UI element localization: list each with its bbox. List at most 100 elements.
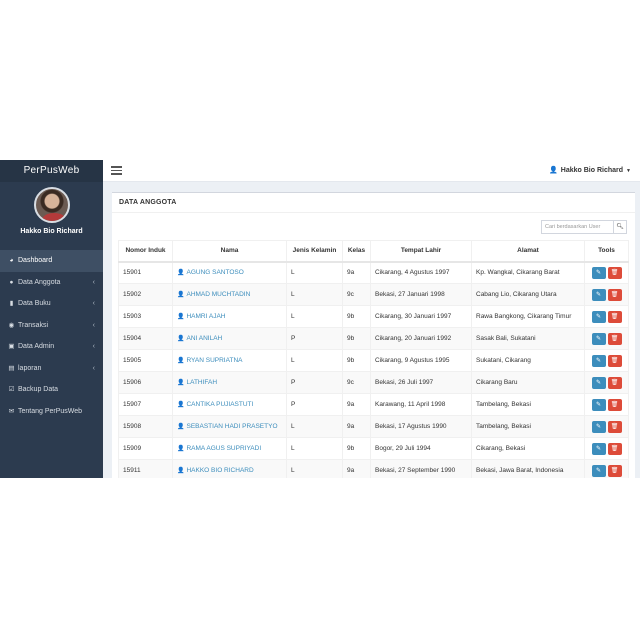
dashboard-icon: ◕ [9, 257, 14, 264]
table-row: 15905 👤 RYAN SUPRIATNA L 9b Cikarang, 9 Agust… [118, 349, 629, 372]
table-row: 15901 👤 AGUNG SANTOSO L 9a Cikarang, 4 Agustu… [118, 261, 629, 284]
edit-button[interactable]: ✎ [591, 464, 606, 477]
table-row: 15909 👤 RAMA AGUS SUPRIYADI L 9b Bogor, 29 Ju… [118, 437, 629, 460]
sidebar-item-data-buku[interactable]: ▮ Data Buku ‹ [0, 293, 103, 315]
edit-button[interactable]: ✎ [591, 398, 606, 411]
member-name-link[interactable]: 👤 CANTIKA PUJIASTUTI [177, 401, 253, 408]
member-name: AGUNG SANTOSO [186, 269, 244, 277]
table-row: 15904 👤 ANI ANILAH P 9b Cikarang, 20 Januari … [118, 327, 629, 350]
edit-button[interactable]: ✎ [591, 288, 606, 301]
sidebar-item-data-admin[interactable]: ▣ Data Admin ‹ [0, 336, 103, 358]
trash-icon: 🗑︎ [610, 401, 619, 408]
delete-button[interactable]: 🗑︎ [607, 398, 622, 411]
jenis-kelamin-cell: P [286, 371, 343, 394]
member-name-link[interactable]: 👤 LATHIFAH [177, 379, 217, 386]
member-name-link[interactable]: 👤 AHMAD MUCHTADIN [177, 291, 250, 298]
sidebar-item-data-anggota[interactable]: ● Data Anggota ‹ [0, 272, 103, 294]
sidebar-item-transaksi[interactable]: ◉ Transaksi ‹ [0, 315, 103, 337]
kelas-cell: 9c [342, 371, 371, 394]
header-user-name: Hakko Bio Richard [560, 167, 624, 174]
nomor-induk-cell: 15906 [118, 371, 173, 394]
edit-icon: ✎ [595, 313, 602, 320]
table-row: 15902 👤 AHMAD MUCHTADIN L 9c Bekasi, 27 Janua… [118, 283, 629, 306]
nomor-induk-cell: 15901 [118, 261, 173, 284]
nomor-induk-cell: 15908 [118, 415, 173, 438]
member-name-link[interactable]: 👤 HAKKO BIO RICHARD [177, 467, 254, 474]
sidebar: PerPusWeb Hakko Bio Richard ◕ Dashboard ● D… [0, 160, 103, 478]
tempat-lahir-cell: Cikarang, 20 Januari 1992 [370, 327, 472, 350]
nomor-induk-cell: 15902 [118, 283, 173, 306]
tempat-lahir-cell: Bogor, 29 Juli 1994 [370, 437, 472, 460]
sidebar-item-tentang-perpusweb[interactable]: ✉ Tentang PerPusWeb [0, 401, 103, 423]
member-name-link[interactable]: 👤 HAMRI AJAH [177, 313, 226, 320]
member-name-link[interactable]: 👤 SEBASTIAN HADI PRASETYO [177, 423, 278, 430]
sidebar-item-backup-data[interactable]: ☑ Backup Data [0, 379, 103, 401]
trash-icon: 🗑︎ [610, 357, 619, 364]
column-header: Jenis Kelamin [286, 240, 343, 263]
edit-icon: ✎ [595, 269, 602, 276]
tempat-lahir-cell: Bekasi, 27 Januari 1998 [370, 283, 472, 306]
sidebar-item-label: Data Admin [18, 343, 55, 350]
nomor-induk-cell: 15903 [118, 305, 173, 328]
column-header: Kelas [342, 240, 371, 263]
sidebar-item-label: laporan [18, 364, 42, 372]
nama-cell: 👤 ANI ANILAH [172, 327, 287, 350]
kelas-cell: 9b [342, 437, 371, 460]
member-name-link[interactable]: 👤 RYAN SUPRIATNA [177, 357, 242, 364]
delete-button[interactable]: 🗑︎ [607, 464, 622, 477]
edit-icon: ✎ [595, 379, 602, 386]
delete-button[interactable]: 🗑︎ [607, 288, 622, 301]
search-input[interactable] [542, 221, 614, 233]
member-name: RYAN SUPRIATNA [186, 357, 243, 364]
edit-button[interactable]: ✎ [591, 442, 606, 455]
members-table: Nomor Induk Nama Jenis Kelamin Kelas Tempat … [118, 240, 629, 478]
jenis-kelamin-cell: L [286, 283, 343, 306]
edit-button[interactable]: ✎ [591, 376, 606, 389]
member-name-link[interactable]: 👤 AGUNG SANTOSO [177, 269, 244, 276]
user-menu[interactable]: 👤 Hakko Bio Richard ▼ [549, 160, 631, 182]
brand-logo[interactable]: PerPusWeb [0, 160, 103, 182]
tools-cell: ✎ 🗑︎ [584, 283, 629, 306]
edit-button[interactable]: ✎ [591, 266, 606, 279]
table-body: 15901 👤 AGUNG SANTOSO L 9a Cikarang, 4 Agustu… [118, 261, 629, 478]
envelope-icon: ✉ [8, 407, 15, 415]
edit-button[interactable]: ✎ [591, 420, 606, 433]
nama-cell: 👤 LATHIFAH [172, 371, 287, 394]
search-icon[interactable]: 🔍︎ [613, 221, 626, 233]
alamat-cell: Bekasi, Jawa Barat, Indonesia [471, 459, 585, 478]
menu-toggle-icon[interactable] [111, 166, 122, 176]
delete-button[interactable]: 🗑︎ [607, 266, 622, 279]
delete-button[interactable]: 🗑︎ [607, 310, 622, 323]
alamat-cell: Tambelang, Bekasi [471, 393, 585, 416]
edit-button[interactable]: ✎ [591, 354, 606, 367]
chevron-left-icon: ‹ [92, 321, 95, 329]
chevron-left-icon: ‹ [92, 364, 95, 372]
trash-icon: 🗑︎ [610, 445, 619, 452]
delete-button[interactable]: 🗑︎ [607, 376, 622, 389]
alamat-cell: Cikarang, Bekasi [471, 437, 585, 460]
tools-cell: ✎ 🗑︎ [584, 349, 629, 372]
trash-icon: 🗑︎ [610, 269, 619, 276]
page-title: DATA ANGGOTA [112, 193, 635, 213]
member-name: HAMRI AJAH [186, 313, 226, 320]
column-header: Tempat Lahir [370, 240, 472, 263]
delete-button[interactable]: 🗑︎ [607, 442, 622, 455]
jenis-kelamin-cell: L [286, 261, 343, 284]
delete-button[interactable]: 🗑︎ [607, 420, 622, 433]
edit-button[interactable]: ✎ [591, 332, 606, 345]
user-icon: 👤 [177, 468, 185, 474]
member-name-link[interactable]: 👤 RAMA AGUS SUPRIYADI [177, 445, 261, 452]
user-icon: 👤 [177, 336, 185, 342]
user-icon: 👤 [549, 167, 558, 174]
sidebar-user-name: Hakko Bio Richard [20, 228, 83, 235]
delete-button[interactable]: 🗑︎ [607, 332, 622, 345]
sidebar-item-laporan[interactable]: ▤ laporan ‹ [0, 358, 103, 380]
kelas-cell: 9b [342, 327, 371, 350]
edit-button[interactable]: ✎ [591, 310, 606, 323]
delete-button[interactable]: 🗑︎ [607, 354, 622, 367]
user-icon: 👤 [177, 446, 185, 452]
sidebar-item-dashboard[interactable]: ◕ Dashboard [0, 250, 103, 272]
member-name: RAMA AGUS SUPRIYADI [186, 445, 262, 452]
nama-cell: 👤 RAMA AGUS SUPRIYADI [172, 437, 287, 460]
member-name-link[interactable]: 👤 ANI ANILAH [177, 335, 222, 342]
